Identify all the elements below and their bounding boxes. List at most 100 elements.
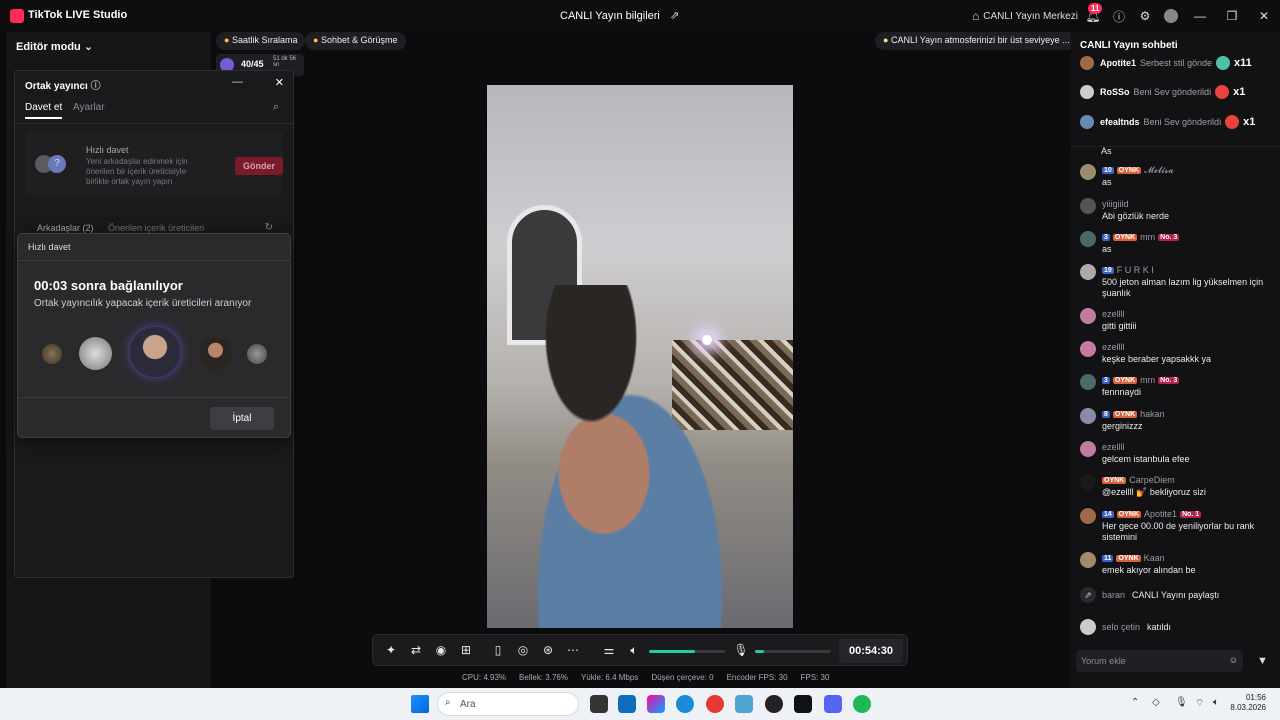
mic-slider[interactable]: [755, 650, 831, 653]
translate-icon[interactable]: ⇄: [408, 642, 424, 658]
more-icon[interactable]: ⋯: [565, 642, 581, 658]
task-view-icon[interactable]: [590, 695, 608, 713]
username[interactable]: mm: [1140, 232, 1155, 242]
close-window-button[interactable]: ✕: [1248, 0, 1280, 32]
profile-button[interactable]: [1158, 0, 1184, 32]
help-button[interactable]: ⓘ: [1106, 0, 1132, 32]
mixer-icon[interactable]: ⚌: [601, 642, 617, 658]
creator-avatar: [130, 327, 180, 377]
github-icon[interactable]: [765, 695, 783, 713]
comment-input[interactable]: Yorum ekle ☺: [1076, 650, 1243, 672]
live-center-button[interactable]: ⌂ CANLI Yayın Merkezi: [970, 0, 1080, 32]
speaker-icon[interactable]: 🔈︎: [626, 642, 642, 658]
username[interactable]: ezellll: [1102, 309, 1125, 319]
quick-invite-title: Hızlı davet: [86, 145, 129, 155]
filter-icon[interactable]: ▼: [1257, 655, 1269, 667]
join-user: selo çetin: [1102, 622, 1141, 632]
avatar: [1080, 85, 1094, 99]
chat-meet-pill[interactable]: ● Sohbet & Görüşme: [305, 32, 406, 50]
taskbar-search[interactable]: ⌕ Ara: [437, 692, 579, 716]
edge-icon[interactable]: [676, 695, 694, 713]
copilot-icon[interactable]: [647, 695, 665, 713]
refresh-icon[interactable]: ↻: [265, 222, 273, 233]
tiktok-taskbar-icon[interactable]: [794, 695, 812, 713]
encoder-fps-stat: Encoder FPS: 30: [726, 673, 788, 682]
avatar[interactable]: [1080, 552, 1096, 568]
volume-slider[interactable]: [649, 650, 725, 653]
username[interactable]: Apotite1: [1144, 509, 1177, 519]
username[interactable]: Kaan: [1144, 553, 1165, 563]
gift-count: x1: [1233, 86, 1246, 98]
settings-app-icon[interactable]: [735, 695, 753, 713]
outlook-icon[interactable]: [618, 695, 636, 713]
tab-settings[interactable]: Ayarlar: [73, 102, 105, 113]
avatar[interactable]: [1080, 231, 1096, 247]
chat-message: 11 OYNK Kaan emek akıyor alından be: [1080, 552, 1276, 576]
wifi-icon[interactable]: ⌔: [1195, 697, 1204, 710]
username[interactable]: mm: [1140, 375, 1155, 385]
editor-mode-label: Editör modu: [16, 41, 81, 53]
gift-icon: [1216, 56, 1231, 70]
tab-suggested[interactable]: Önerilen içerik üreticileri: [108, 223, 204, 233]
avatar[interactable]: [1080, 374, 1096, 390]
join-text: katıldı: [1147, 622, 1172, 632]
search-icon[interactable]: ⌕: [273, 101, 279, 114]
close-icon[interactable]: ✕: [275, 76, 284, 89]
help-icon: ⓘ: [1112, 9, 1125, 24]
volume-tray-icon[interactable]: 🔈︎: [1213, 697, 1219, 708]
chat-message: ezellll keşke beraber yapsakkk ya: [1080, 341, 1276, 365]
record-icon[interactable]: ◎: [515, 642, 531, 658]
avatar[interactable]: [1080, 264, 1096, 280]
tip-pill[interactable]: ● CANLI Yayın atmosferinizi bir üst sevi…: [875, 32, 1078, 50]
message-text: gelcem istanbula efee: [1102, 454, 1190, 464]
windows-start-icon[interactable]: [411, 695, 429, 713]
editor-mode-dropdown[interactable]: Editör modu ⌄: [16, 40, 93, 53]
gift-count: x11: [1234, 57, 1252, 69]
avatar[interactable]: [1080, 508, 1096, 524]
chrome-icon[interactable]: [706, 695, 724, 713]
avatar[interactable]: [1080, 308, 1096, 324]
maximize-button[interactable]: ❐: [1216, 0, 1248, 32]
hourly-ranking-pill[interactable]: ● Saatlik Sıralama: [216, 32, 306, 50]
spotify-icon[interactable]: [853, 695, 871, 713]
tab-friends[interactable]: Arkadaşlar (2): [37, 223, 94, 233]
live-info-title[interactable]: CANLI Yayın bilgileri ⇗: [560, 9, 679, 22]
minimize-panel-icon[interactable]: —: [232, 76, 243, 88]
notification-button[interactable]: 🔔︎ 11: [1080, 0, 1106, 32]
tab-invite[interactable]: Davet et: [25, 102, 63, 119]
ai-icon[interactable]: ◉: [433, 642, 449, 658]
emoji-icon[interactable]: ☺: [1229, 655, 1238, 665]
upload-stat: Yükle: 6.4 Mbps: [580, 673, 639, 682]
message-header: 3 OYNK mm No. 3: [1102, 374, 1276, 386]
avatar[interactable]: [1080, 474, 1096, 490]
avatar[interactable]: [1080, 408, 1096, 424]
microphone-icon[interactable]: 🎙︎: [733, 642, 749, 658]
avatar[interactable]: [1080, 198, 1096, 214]
username[interactable]: CarpeDiem: [1129, 475, 1175, 485]
network-icon[interactable]: ◇: [1152, 697, 1160, 708]
avatar: [1080, 56, 1094, 70]
username[interactable]: hakan: [1140, 409, 1165, 419]
username[interactable]: ezellll: [1102, 442, 1125, 452]
username[interactable]: F U R K I: [1117, 265, 1154, 275]
clock[interactable]: 01:56 8.03.2026: [1230, 693, 1266, 713]
discord-icon[interactable]: [824, 695, 842, 713]
avatar[interactable]: [1080, 341, 1096, 357]
send-button[interactable]: Gönder: [235, 157, 283, 175]
settings-button[interactable]: ⚙: [1132, 0, 1158, 32]
magic-wand-icon[interactable]: ✦: [383, 642, 399, 658]
effects-icon[interactable]: ⊛: [540, 642, 556, 658]
chat-message: 14 OYNK Apotite1 No. 1 Her gece 00.00 de yen…: [1080, 508, 1276, 543]
username[interactable]: yiiigiild: [1102, 199, 1129, 209]
chevron-up-icon[interactable]: ⌃: [1131, 697, 1139, 708]
cancel-button[interactable]: İptal: [210, 407, 274, 430]
add-source-icon[interactable]: ⊞: [458, 642, 474, 658]
avatar[interactable]: [1080, 164, 1096, 180]
help-icon[interactable]: ⓘ: [91, 81, 101, 92]
username[interactable]: ezellll: [1102, 342, 1125, 352]
username[interactable]: 𝓜𝓮𝓵𝓲𝓼𝓪: [1144, 165, 1174, 176]
avatar[interactable]: [1080, 441, 1096, 457]
mic-tray-icon[interactable]: 🎙︎: [1175, 697, 1188, 708]
phone-icon[interactable]: ▯: [490, 642, 506, 658]
minimize-button[interactable]: —: [1184, 0, 1216, 32]
